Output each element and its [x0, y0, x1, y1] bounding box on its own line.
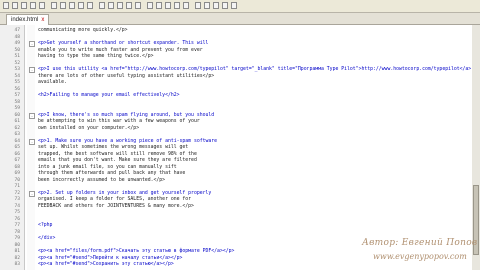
record-icon[interactable]: [213, 2, 219, 9]
print-icon[interactable]: [51, 2, 57, 9]
zoom-out-icon[interactable]: [135, 2, 141, 9]
paste-icon[interactable]: [78, 2, 84, 9]
wrap-icon[interactable]: [156, 2, 162, 9]
replace-icon[interactable]: [117, 2, 123, 9]
play-icon[interactable]: [195, 2, 201, 9]
line-number: 83: [14, 262, 20, 267]
sync-icon[interactable]: [147, 2, 153, 9]
copy-icon[interactable]: [69, 2, 75, 9]
cut-icon[interactable]: [60, 2, 66, 9]
save-icon[interactable]: [21, 2, 27, 9]
zoom-in-icon[interactable]: [126, 2, 132, 9]
code-text: <p><a href="#send">Сохранить эту статью<…: [38, 262, 174, 267]
new-file-icon[interactable]: [3, 2, 9, 9]
tab-index-html[interactable]: index.html x: [6, 14, 50, 25]
code-line[interactable]: 83 <p><a href="#send">Сохранить эту стать…: [0, 261, 472, 268]
close-icon[interactable]: [39, 2, 45, 9]
stop-icon[interactable]: [204, 2, 210, 9]
redo-icon[interactable]: [99, 2, 105, 9]
plugin-icon[interactable]: [231, 2, 237, 9]
run-icon[interactable]: [222, 2, 228, 9]
vertical-scrollbar[interactable]: [472, 25, 480, 270]
tab-label: index.html: [11, 17, 39, 23]
toolbar: [0, 0, 480, 13]
macro-icon[interactable]: [183, 2, 189, 9]
watermark-site: www.evgenypopov.com: [373, 252, 467, 261]
bookmark-icon[interactable]: [174, 2, 180, 9]
code-editor[interactable]: 47 communicating more quickly.</p> 48 49- <p…: [0, 25, 472, 270]
save-all-icon[interactable]: [30, 2, 36, 9]
indent-icon[interactable]: [165, 2, 171, 9]
open-icon[interactable]: [12, 2, 18, 9]
tab-bar: index.html x: [0, 13, 480, 25]
watermark-author: Автор: Евгений Попов: [362, 238, 478, 248]
find-icon[interactable]: [108, 2, 114, 9]
undo-icon[interactable]: [87, 2, 93, 9]
tab-close-icon[interactable]: x: [41, 17, 44, 23]
